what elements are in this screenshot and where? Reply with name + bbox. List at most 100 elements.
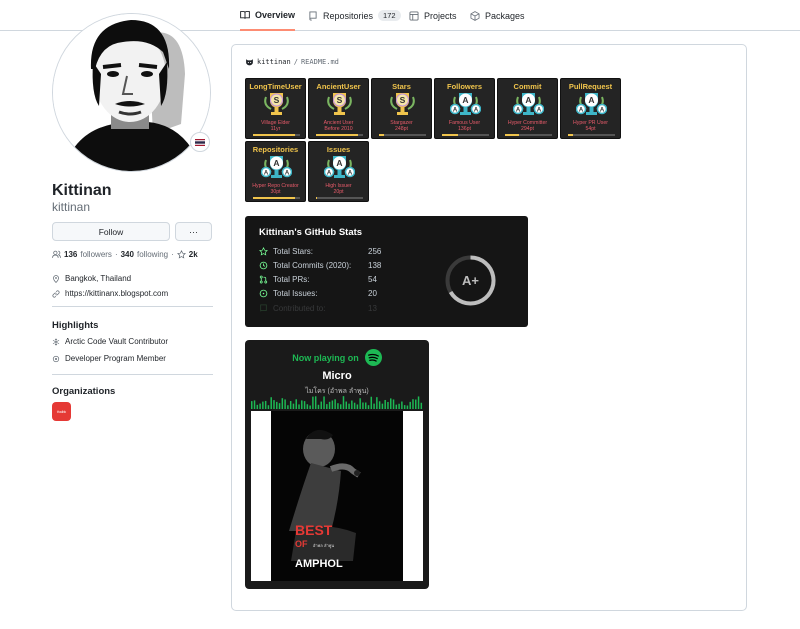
more-options-button[interactable]: ···	[175, 222, 212, 241]
tab-overview[interactable]: Overview	[240, 0, 296, 31]
stars-count[interactable]: 2k	[189, 250, 198, 259]
trophy-title: Stars	[392, 82, 411, 91]
highlight-item: Developer Program Member	[52, 354, 166, 363]
following-label[interactable]: following	[137, 250, 168, 259]
tab-label: Repositories	[323, 10, 374, 21]
visualizer-bar	[376, 397, 378, 409]
visualizer-bar	[259, 403, 261, 409]
trophy-title: Issues	[326, 145, 351, 154]
organization-logo-text: thaibk	[56, 409, 67, 414]
website-link[interactable]: https://kittinanx.blogspot.com	[65, 289, 168, 298]
trophy-value: 11yr	[270, 126, 281, 132]
tab-packages[interactable]: Packages	[470, 0, 525, 31]
location: Bangkok, Thailand	[52, 274, 131, 283]
visualizer-bar	[267, 405, 270, 409]
trophy-progress	[442, 134, 489, 136]
trophy-value: 294pt	[521, 126, 534, 132]
svg-text:A: A	[453, 108, 458, 114]
visualizer-bar	[348, 403, 350, 409]
link-icon	[52, 289, 60, 298]
trophy-progress	[505, 134, 552, 136]
svg-text:A: A	[474, 108, 479, 114]
album-cover: BEST OF AMPHOL อำพล ลำพูน	[251, 411, 423, 581]
visualizer-bar	[353, 402, 356, 409]
svg-text:A: A	[327, 171, 332, 177]
follow-stats: 136 followers · 340 following · 2k	[52, 250, 198, 259]
avatar[interactable]	[52, 13, 211, 172]
spotify-card[interactable]: Now playing on Micro ไมโคร (อำพล ลำพูน) …	[245, 340, 429, 589]
smiley-icon	[246, 59, 253, 66]
trophy-status: Hyper Repo Creator 30pt	[246, 183, 305, 195]
trophy-longtimeuser: LongTimeUser S Village Elder 11yr	[245, 78, 306, 139]
trophy-cup-icon: S	[390, 93, 415, 115]
tab-repositories[interactable]: Repositories 172	[308, 0, 401, 31]
snowflake-icon	[52, 338, 60, 345]
highlight-developer[interactable]: Developer Program Member	[65, 354, 166, 363]
package-icon	[470, 10, 480, 21]
trophy-progress	[379, 134, 426, 136]
visualizer-bar	[328, 401, 331, 409]
stats-row-faded: Contributed to: 13	[259, 304, 398, 313]
visualizer-bar	[301, 400, 303, 409]
thailand-flag-icon	[195, 138, 205, 146]
visualizer-bar	[387, 401, 389, 409]
visualizer-bar	[276, 401, 278, 409]
song-title: Micro	[322, 370, 352, 382]
visualizer-bar	[356, 404, 359, 409]
readme-filename[interactable]: README.md	[301, 58, 339, 66]
trophy-ancientuser: AncientUser S Ancient User Before 2010	[308, 78, 369, 139]
tab-label: Overview	[255, 9, 296, 20]
trophy-progress	[316, 134, 363, 136]
star-icon	[176, 250, 186, 259]
trophy-repositories: Repositories AA A Hyper Repo Creator 30pt	[245, 141, 306, 202]
stats-value: 256	[368, 247, 382, 256]
visualizer-bar	[253, 400, 256, 409]
visualizer-bar	[420, 402, 423, 409]
readme-owner[interactable]: kittinan	[257, 58, 291, 66]
visualizer-bar	[289, 401, 292, 409]
trophy-rank: A	[588, 95, 594, 105]
trophy-rank: S	[274, 95, 280, 105]
followers-label[interactable]: followers	[80, 250, 112, 259]
trophy-progress	[253, 134, 300, 136]
cover-title-amphol: AMPHOL	[295, 558, 343, 570]
trophy-progress	[568, 134, 615, 136]
highlight-arctic[interactable]: Arctic Code Vault Contributor	[65, 337, 168, 346]
visualizer-bar	[362, 402, 364, 409]
followers-count[interactable]: 136	[64, 250, 77, 259]
trophy-progress-fill	[253, 134, 296, 136]
trophy-status: Hyper PR User 54pt	[561, 120, 620, 132]
tab-projects[interactable]: Projects	[409, 0, 457, 31]
visualizer-bar	[284, 399, 286, 409]
spotify-icon	[364, 349, 382, 366]
stats-label: Total Commits (2020):	[273, 261, 352, 270]
visualizer-bar	[406, 405, 409, 409]
trophy-pullrequest: PullRequest AA A Hyper PR User 54pt	[560, 78, 621, 139]
stats-value: 54	[368, 275, 377, 284]
visualizer-bar	[401, 401, 403, 409]
location-pin-icon	[53, 274, 59, 283]
stats-label: Total PRs:	[273, 275, 310, 284]
follow-button[interactable]: Follow	[52, 222, 170, 241]
organization-logo[interactable]: thaibk	[52, 402, 71, 421]
trophy-cup-icon: AA A	[450, 93, 481, 115]
trophy-cup-icon: AA A	[576, 93, 607, 115]
visualizer-bar	[312, 396, 314, 409]
profile-login: kittinan	[52, 200, 91, 214]
visualizer-bar	[381, 403, 384, 409]
audio-visualizer	[251, 396, 423, 409]
trophy-value: 136pt	[458, 126, 471, 132]
visualizer-bar	[317, 404, 320, 409]
trophy-rank: A	[336, 158, 342, 168]
visualizer-bar	[298, 404, 300, 409]
trophy-title: AncientUser	[316, 82, 361, 91]
trophy-status: High Issuer 20pt	[309, 183, 368, 195]
trophy-commit: Commit AA A Hyper Committer 294pt	[497, 78, 558, 139]
trophy-progress	[253, 197, 300, 199]
following-count[interactable]: 340	[121, 250, 134, 259]
trophy-progress-fill	[253, 197, 296, 199]
highlight-item: Arctic Code Vault Contributor	[52, 337, 168, 346]
visualizer-bar	[392, 399, 395, 409]
visualizer-bar	[334, 399, 336, 409]
stats-value: 20	[368, 289, 377, 298]
